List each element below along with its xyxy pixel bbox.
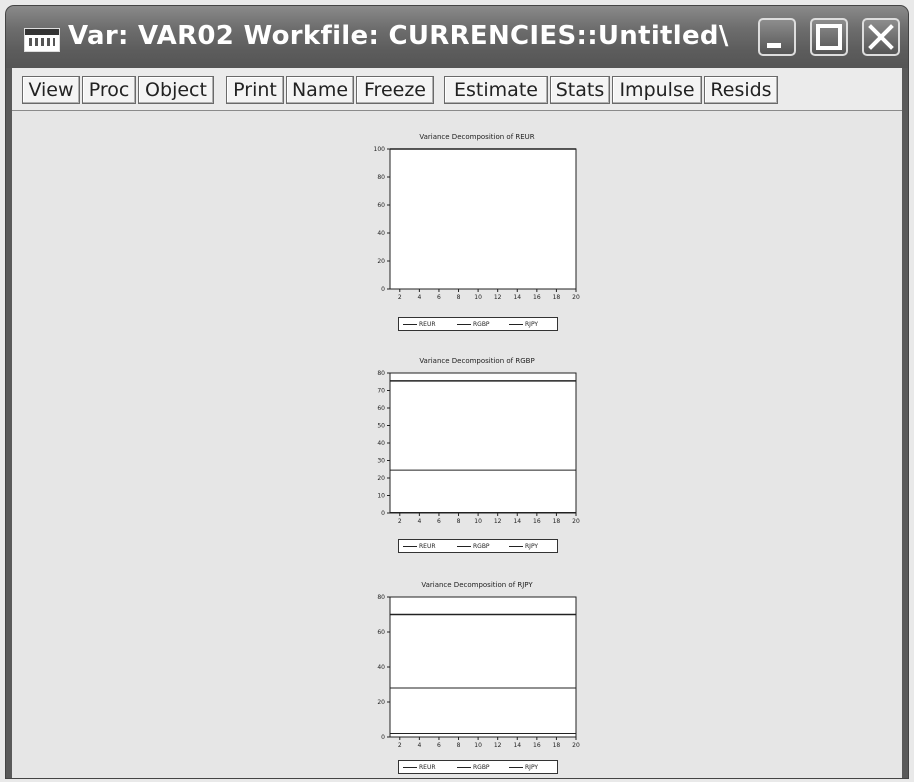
y-tick-label: 50 xyxy=(377,423,385,430)
x-tick-label: 20 xyxy=(572,518,580,525)
impulse-button[interactable]: Impulse xyxy=(612,76,702,104)
x-tick-label: 12 xyxy=(494,742,502,749)
minimize-icon xyxy=(767,43,781,48)
name-button[interactable]: Name xyxy=(286,76,354,104)
y-tick-label: 40 xyxy=(377,664,385,671)
x-tick-label: 2 xyxy=(398,518,402,525)
y-tick-label: 30 xyxy=(377,458,385,465)
x-tick-label: 18 xyxy=(553,518,561,525)
x-tick-label: 4 xyxy=(417,518,421,525)
x-tick-label: 18 xyxy=(553,742,561,749)
legend-item: REUR xyxy=(403,764,436,771)
x-tick-label: 20 xyxy=(572,294,580,301)
x-tick-label: 2 xyxy=(398,294,402,301)
resids-button[interactable]: Resids xyxy=(704,76,778,104)
x-tick-label: 8 xyxy=(457,294,461,301)
y-tick-label: 20 xyxy=(377,475,385,482)
chart-plot: 0 10 20 30 40 50 60 70 80 2 4 6 8 10 12 14 16 18 20 xyxy=(377,370,580,525)
x-tick-label: 4 xyxy=(417,294,421,301)
chart-title: Variance Decomposition of RGBP xyxy=(419,357,535,365)
freeze-button[interactable]: Freeze xyxy=(356,76,434,104)
view-button[interactable]: View xyxy=(22,76,80,104)
window-title: Var: VAR02 Workfile: CURRENCIES::Untitle… xyxy=(68,21,729,51)
chart-title: Variance Decomposition of REUR xyxy=(419,133,535,141)
x-tick-label: 10 xyxy=(474,742,482,749)
chart-plot: 0 20 40 60 80 2 4 6 8 10 12 14 16 18 20 xyxy=(377,594,580,749)
y-tick-label: 100 xyxy=(374,146,386,153)
chart-legend: REUR RGBP RJPY xyxy=(398,317,558,331)
object-button[interactable]: Object xyxy=(138,76,214,104)
x-tick-label: 6 xyxy=(437,294,441,301)
y-tick-label: 0 xyxy=(381,734,385,741)
estimate-button[interactable]: Estimate xyxy=(444,76,548,104)
chart-plot: 0 20 40 60 80 100 2 4 6 8 10 12 14 16 18 20 xyxy=(374,146,580,301)
plot-frame xyxy=(389,372,577,514)
x-tick-label: 6 xyxy=(437,518,441,525)
legend-item: RGBP xyxy=(457,764,490,771)
chart-area: Variance Decomposition of REUR 0 20 40 60 80… xyxy=(12,111,902,778)
x-tick-label: 10 xyxy=(474,518,482,525)
plot-frame xyxy=(389,148,577,290)
legend-item: REUR xyxy=(403,543,436,550)
proc-button[interactable]: Proc xyxy=(82,76,136,104)
minimize-button[interactable] xyxy=(758,18,796,56)
y-tick-label: 60 xyxy=(377,202,385,209)
toolbar: View Proc Object Print Name Freeze Estim… xyxy=(12,68,902,111)
y-tick-label: 20 xyxy=(377,258,385,265)
y-tick-label: 40 xyxy=(377,440,385,447)
print-button[interactable]: Print xyxy=(226,76,284,104)
y-tick-label: 70 xyxy=(377,388,385,395)
var-window: Var: VAR02 Workfile: CURRENCIES::Untitle… xyxy=(6,6,908,778)
chart-legend: REUR RGBP RJPY xyxy=(398,539,558,553)
y-tick-label: 60 xyxy=(377,405,385,412)
legend-item: RJPY xyxy=(509,321,538,328)
legend-item: RJPY xyxy=(509,764,538,771)
legend-item: RJPY xyxy=(509,543,538,550)
stats-button[interactable]: Stats xyxy=(550,76,610,104)
x-tick-label: 14 xyxy=(513,518,521,525)
y-tick-label: 20 xyxy=(377,699,385,706)
y-tick-label: 80 xyxy=(377,370,385,377)
vd-chart-rgbp: Variance Decomposition of RGBP 0 10 20 30 40… xyxy=(352,353,592,553)
maximize-icon xyxy=(816,24,842,50)
y-tick-label: 10 xyxy=(377,493,385,500)
y-tick-label: 80 xyxy=(377,594,385,601)
x-tick-label: 4 xyxy=(417,742,421,749)
chart-legend: REUR RGBP RJPY xyxy=(398,760,558,774)
x-tick-label: 14 xyxy=(513,294,521,301)
close-icon xyxy=(868,24,894,50)
x-tick-label: 16 xyxy=(533,518,541,525)
legend-item: REUR xyxy=(403,321,436,328)
vd-chart-rjpy: Variance Decomposition of RJPY 0 20 40 60 80… xyxy=(352,577,592,777)
x-tick-label: 2 xyxy=(398,742,402,749)
var-window-icon xyxy=(24,28,60,52)
x-tick-label: 10 xyxy=(474,294,482,301)
x-tick-label: 6 xyxy=(437,742,441,749)
plot-frame xyxy=(389,596,577,738)
x-tick-label: 18 xyxy=(553,294,561,301)
legend-item: RGBP xyxy=(457,543,490,550)
x-tick-label: 14 xyxy=(513,742,521,749)
legend-item: RGBP xyxy=(457,321,490,328)
x-tick-label: 12 xyxy=(494,518,502,525)
x-tick-label: 8 xyxy=(457,742,461,749)
y-tick-label: 40 xyxy=(377,230,385,237)
close-button[interactable] xyxy=(862,18,900,56)
y-tick-label: 0 xyxy=(381,286,385,293)
x-tick-label: 8 xyxy=(457,518,461,525)
maximize-button[interactable] xyxy=(810,18,848,56)
y-tick-label: 80 xyxy=(377,174,385,181)
x-tick-label: 16 xyxy=(533,294,541,301)
title-bar[interactable]: Var: VAR02 Workfile: CURRENCIES::Untitle… xyxy=(6,6,908,68)
x-tick-label: 20 xyxy=(572,742,580,749)
chart-title: Variance Decomposition of RJPY xyxy=(421,581,533,589)
x-tick-label: 12 xyxy=(494,294,502,301)
y-tick-label: 60 xyxy=(377,629,385,636)
y-tick-label: 0 xyxy=(381,510,385,517)
x-tick-label: 16 xyxy=(533,742,541,749)
vd-chart-reur: Variance Decomposition of REUR 0 20 40 60 80… xyxy=(352,129,592,331)
